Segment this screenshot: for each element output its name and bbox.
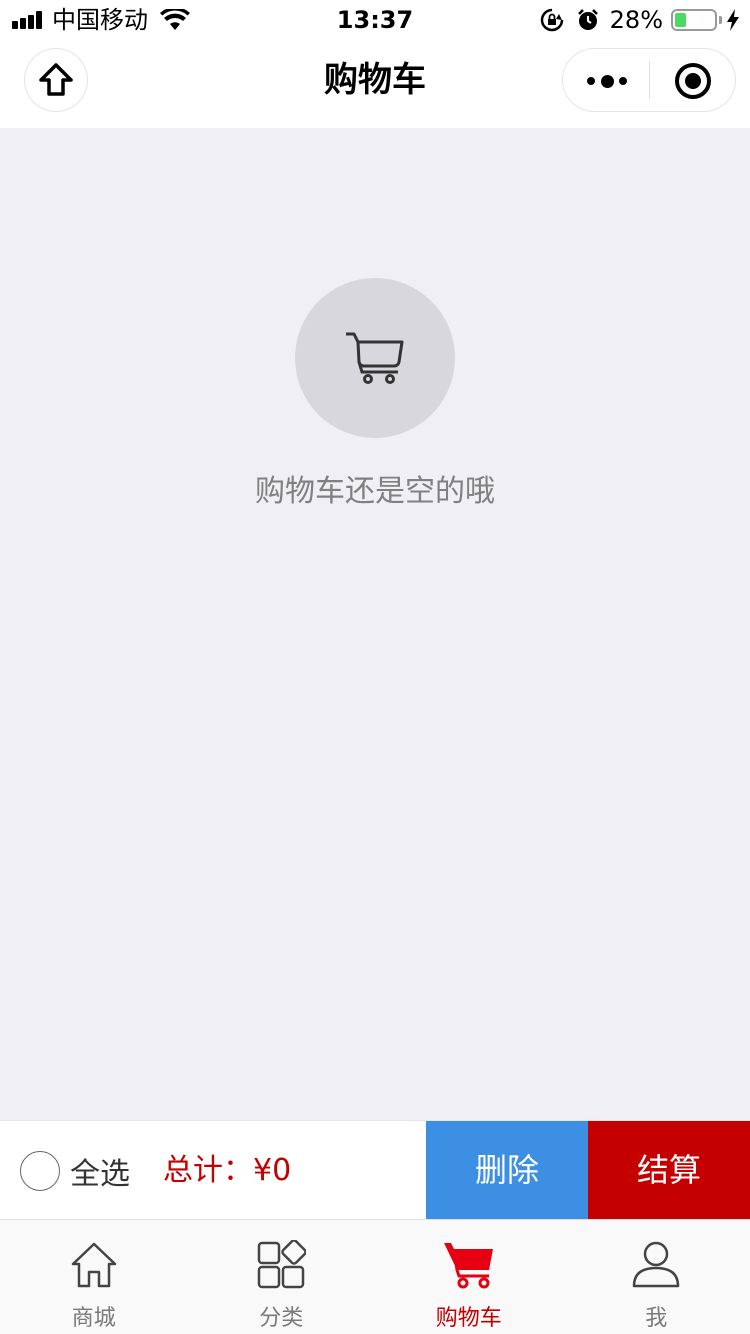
nav-bar: 购物车 [0,40,750,128]
rotation-lock-icon [540,8,563,32]
select-all-toggle[interactable]: 全选 [20,1151,130,1192]
total-value: ¥0 [253,1153,292,1188]
empty-cart-message: 购物车还是空的哦 [255,474,495,509]
user-icon [633,1241,680,1288]
tab-label: 购物车 [435,1306,502,1331]
total-label: 总计： [163,1153,253,1188]
tab-mall[interactable]: 商城 [0,1220,188,1334]
alarm-icon [577,9,598,30]
tab-category[interactable]: 分类 [188,1220,376,1334]
battery-cap [719,16,722,24]
select-all-checkbox[interactable] [20,1151,60,1191]
empty-cart-illustration [295,278,455,438]
battery-level [675,13,686,27]
tab-label: 商城 [71,1306,116,1331]
tab-me[interactable]: 我 [563,1220,750,1334]
cart-action-bar: 全选 总计：¥0 删除 结算 [0,1120,750,1220]
mini-program-capsule [562,48,736,112]
capsule-divider [649,61,650,99]
home-icon [71,1242,116,1288]
status-right: 28% [540,6,740,34]
cart-icon [443,1243,493,1289]
battery-percent: 28% [609,6,663,34]
battery-icon [671,9,717,31]
close-mini-program-button[interactable] [675,63,711,99]
select-all-label: 全选 [70,1157,130,1192]
more-button[interactable] [587,71,627,91]
cart-icon [346,332,404,384]
tab-label: 我 [645,1306,668,1331]
tab-bar: 商城 分类 购物车 我 [0,1219,750,1334]
category-icon [258,1240,307,1289]
tab-label: 分类 [259,1306,304,1331]
status-bar: 中国移动 13:37 28% [0,0,750,40]
checkout-button[interactable]: 结算 [588,1121,750,1220]
cart-total: 总计：¥0 [163,1151,291,1191]
charging-icon [727,9,739,31]
tab-cart[interactable]: 购物车 [375,1220,563,1334]
delete-button[interactable]: 删除 [426,1121,588,1220]
